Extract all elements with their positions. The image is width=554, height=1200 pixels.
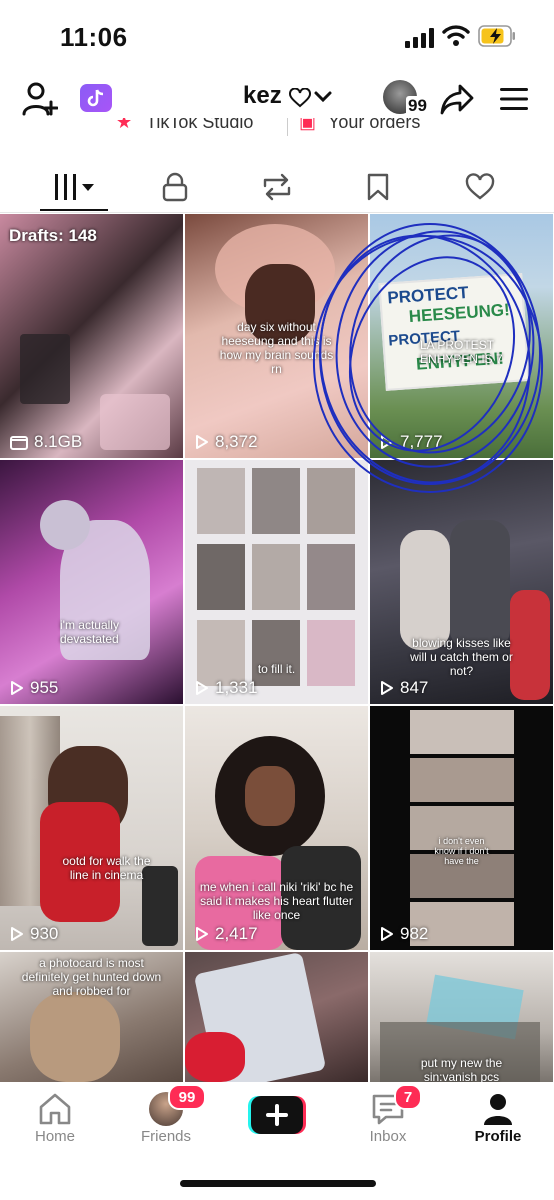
content-tabs: [0, 164, 554, 213]
chevron-down-icon[interactable]: [313, 88, 333, 106]
add-friend-icon[interactable]: [22, 80, 58, 116]
repost-icon: [263, 173, 291, 201]
video-caption: put my new the sin:vanish pcs: [420, 1056, 503, 1082]
menu-icon[interactable]: [500, 86, 528, 112]
active-tab-indicator: [40, 209, 108, 211]
tab-favorites[interactable]: [338, 164, 418, 210]
profile-icon: [484, 1094, 512, 1125]
video-caption: blowing kisses like will u catch them or…: [410, 636, 513, 678]
play-icon: [196, 681, 208, 695]
video-caption: day six without heeseung and this is how…: [219, 320, 334, 376]
view-count: 1,331: [195, 678, 258, 698]
video-caption: ootd for walk the line in cinema: [62, 854, 151, 882]
drafts-size-text: 8.1GB: [34, 432, 83, 451]
video-tile[interactable]: blowing kisses like will u catch them or…: [370, 460, 553, 704]
video-tile[interactable]: PROTECT HEESEUNG! PROTECT ENHYPEN! LA PR…: [370, 214, 553, 458]
plus-icon: [248, 1096, 306, 1134]
tab-liked[interactable]: [440, 164, 520, 210]
protest-sign: PROTECT HEESEUNG! PROTECT ENHYPEN!: [378, 273, 530, 391]
lock-icon: [162, 172, 188, 202]
battery-charging-icon: [478, 25, 515, 47]
orders-icon: ▣: [299, 118, 317, 132]
video-tile[interactable]: to fill it. 1,331: [185, 460, 368, 704]
view-count: 847: [380, 678, 428, 698]
video-tile[interactable]: me when i call niki 'riki' bc he said it…: [185, 706, 368, 950]
play-icon: [381, 681, 393, 695]
grid-icon: [55, 174, 94, 200]
share-icon[interactable]: [440, 82, 474, 116]
view-count: 982: [380, 924, 428, 944]
tiktok-studio-icon[interactable]: [80, 84, 112, 112]
drafts-size: 8.1GB: [10, 432, 82, 452]
play-icon: [11, 681, 23, 695]
view-count: 7,777: [380, 432, 443, 452]
tab-videos[interactable]: [34, 164, 114, 210]
nav-home[interactable]: Home: [10, 1090, 100, 1150]
video-caption: to fill it.: [257, 662, 296, 676]
create-button[interactable]: [248, 1096, 306, 1134]
play-icon: [381, 927, 393, 941]
studio-star-icon: ★: [116, 118, 133, 132]
shortcut-row: ★ TikTok Studio ▣ Your orders: [0, 118, 554, 136]
nav-friends-label: Friends: [140, 1128, 192, 1145]
cellular-signal-icon: [405, 28, 434, 48]
video-caption: i'm actually devastated: [60, 618, 119, 646]
nav-profile-label: Profile: [474, 1128, 522, 1145]
video-tile[interactable]: put my new the sin:vanish pcs: [370, 952, 553, 1082]
video-tile[interactable]: day six without heeseung and this is how…: [185, 214, 368, 458]
video-tile[interactable]: i don't even know if i don't have the 98…: [370, 706, 553, 950]
video-tile[interactable]: [185, 952, 368, 1082]
bookmark-icon: [367, 173, 389, 201]
nav-friends[interactable]: 99 Friends: [121, 1084, 211, 1150]
video-caption: a photocard is most definitely get hunte…: [21, 956, 162, 998]
profile-header: kez 99: [0, 74, 554, 124]
video-grid: Drafts: 148 8.1GB day six without heeseu…: [0, 214, 554, 1082]
home-indicator: [180, 1180, 376, 1187]
play-icon: [381, 435, 393, 449]
drafts-label: Drafts: 148: [9, 226, 97, 245]
divider: [287, 118, 288, 136]
heart-icon: [465, 173, 495, 200]
orders-link[interactable]: Your orders: [328, 118, 420, 133]
view-count: 955: [10, 678, 58, 698]
home-icon: [39, 1093, 71, 1125]
view-count: 8,372: [195, 432, 258, 452]
video-tile[interactable]: ootd for walk the line in cinema 930: [0, 706, 183, 950]
nav-inbox[interactable]: 7 Inbox: [343, 1084, 433, 1150]
video-caption: i don't even know if i don't have the: [434, 836, 489, 866]
friends-badge: 99: [168, 1084, 206, 1110]
view-count: 2,417: [195, 924, 258, 944]
tab-reposts[interactable]: [237, 164, 317, 210]
studio-link[interactable]: TikTok Studio: [146, 118, 253, 133]
play-icon: [11, 927, 23, 941]
storage-icon: [10, 436, 28, 450]
play-icon: [196, 927, 208, 941]
wifi-icon: [442, 25, 470, 46]
inbox-badge: 7: [394, 1084, 422, 1110]
tab-private[interactable]: [135, 164, 215, 210]
username[interactable]: kez: [243, 82, 282, 110]
nav-profile[interactable]: Profile: [453, 1090, 543, 1150]
video-tile[interactable]: a photocard is most definitely get hunte…: [0, 952, 183, 1082]
heart-outline-icon: [289, 88, 311, 108]
video-tile[interactable]: i'm actually devastated 955: [0, 460, 183, 704]
play-icon: [196, 435, 208, 449]
view-count: 930: [10, 924, 58, 944]
nav-home-label: Home: [34, 1128, 75, 1145]
drafts-tile[interactable]: Drafts: 148 8.1GB: [0, 214, 183, 458]
video-caption: me when i call niki 'riki' bc he said it…: [199, 880, 354, 922]
status-bar: 11:06: [0, 0, 554, 72]
nav-inbox-label: Inbox: [369, 1128, 407, 1145]
status-time: 11:06: [60, 22, 128, 52]
friends-count[interactable]: 99: [406, 96, 429, 116]
video-caption: LA PROTEST ENHYPEN IS 7: [420, 338, 503, 366]
